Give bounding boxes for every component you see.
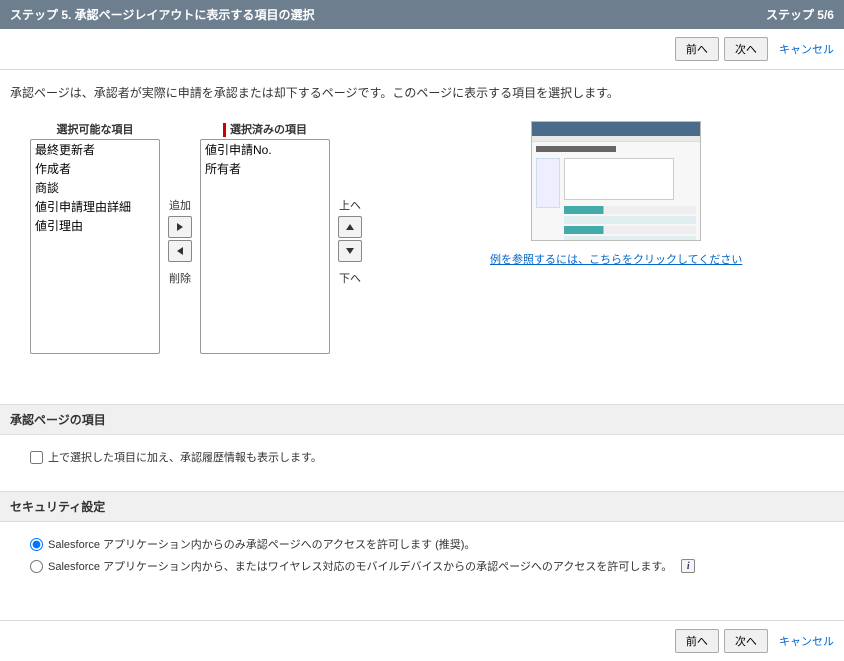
security-option-mobile[interactable] <box>30 560 43 573</box>
add-label: 追加 <box>169 197 191 213</box>
security-option-internal[interactable] <box>30 538 43 551</box>
triangle-up-icon <box>345 222 355 232</box>
triangle-left-icon <box>175 246 185 256</box>
list-item[interactable]: 所有者 <box>201 159 329 178</box>
top-button-row: 前へ 次へ キャンセル <box>0 29 844 70</box>
example-thumbnail[interactable] <box>531 121 701 241</box>
next-button[interactable]: 次へ <box>724 37 768 61</box>
approval-fields-header: 承認ページの項目 <box>0 404 844 435</box>
required-indicator <box>223 123 226 137</box>
prev-button-bottom[interactable]: 前へ <box>675 629 719 653</box>
security-option-internal-label: Salesforce アプリケーション内からのみ承認ページへのアクセスを許可しま… <box>48 536 475 552</box>
intro-text: 承認ページは、承認者が実際に申請を承認または却下するページです。このページに表示… <box>0 70 844 121</box>
wizard-title: ステップ 5. 承認ページレイアウトに表示する項目の選択 <box>10 6 314 23</box>
bottom-button-row: 前へ 次へ キャンセル <box>0 620 844 661</box>
up-label: 上へ <box>339 197 361 213</box>
list-item[interactable]: 値引申請理由詳細 <box>31 197 159 216</box>
cancel-link[interactable]: キャンセル <box>779 44 834 56</box>
show-history-checkbox[interactable] <box>30 451 43 464</box>
example-link[interactable]: 例を参照するには、こちらをクリックしてください <box>490 251 742 267</box>
wizard-step: ステップ 5/6 <box>766 6 834 23</box>
prev-button[interactable]: 前へ <box>675 37 719 61</box>
list-item[interactable]: 商談 <box>31 178 159 197</box>
available-list[interactable]: 最終更新者作成者商談値引申請理由詳細値引理由 <box>30 139 160 354</box>
triangle-down-icon <box>345 246 355 256</box>
add-button[interactable] <box>168 216 192 238</box>
down-label: 下へ <box>339 270 361 286</box>
selected-list[interactable]: 値引申請No.所有者 <box>200 139 330 354</box>
info-icon[interactable]: i <box>681 559 695 573</box>
triangle-right-icon <box>175 222 185 232</box>
cancel-link-bottom[interactable]: キャンセル <box>779 636 834 648</box>
list-item[interactable]: 作成者 <box>31 159 159 178</box>
show-history-label: 上で選択した項目に加え、承認履歴情報も表示します。 <box>48 449 322 465</box>
list-item[interactable]: 最終更新者 <box>31 140 159 159</box>
wizard-header: ステップ 5. 承認ページレイアウトに表示する項目の選択 ステップ 5/6 <box>0 0 844 29</box>
move-down-button[interactable] <box>338 240 362 262</box>
move-up-button[interactable] <box>338 216 362 238</box>
security-option-mobile-label: Salesforce アプリケーション内から、またはワイヤレス対応のモバイルデバ… <box>48 558 672 574</box>
available-label: 選択可能な項目 <box>57 121 134 137</box>
selected-label: 選択済みの項目 <box>223 121 307 137</box>
next-button-bottom[interactable]: 次へ <box>724 629 768 653</box>
security-header: セキュリティ設定 <box>0 491 844 522</box>
remove-label: 削除 <box>169 270 191 286</box>
list-item[interactable]: 値引理由 <box>31 216 159 235</box>
list-item[interactable]: 値引申請No. <box>201 140 329 159</box>
remove-button[interactable] <box>168 240 192 262</box>
field-picker: 選択可能な項目 最終更新者作成者商談値引申請理由詳細値引理由 追加 削除 選択済… <box>0 121 844 354</box>
